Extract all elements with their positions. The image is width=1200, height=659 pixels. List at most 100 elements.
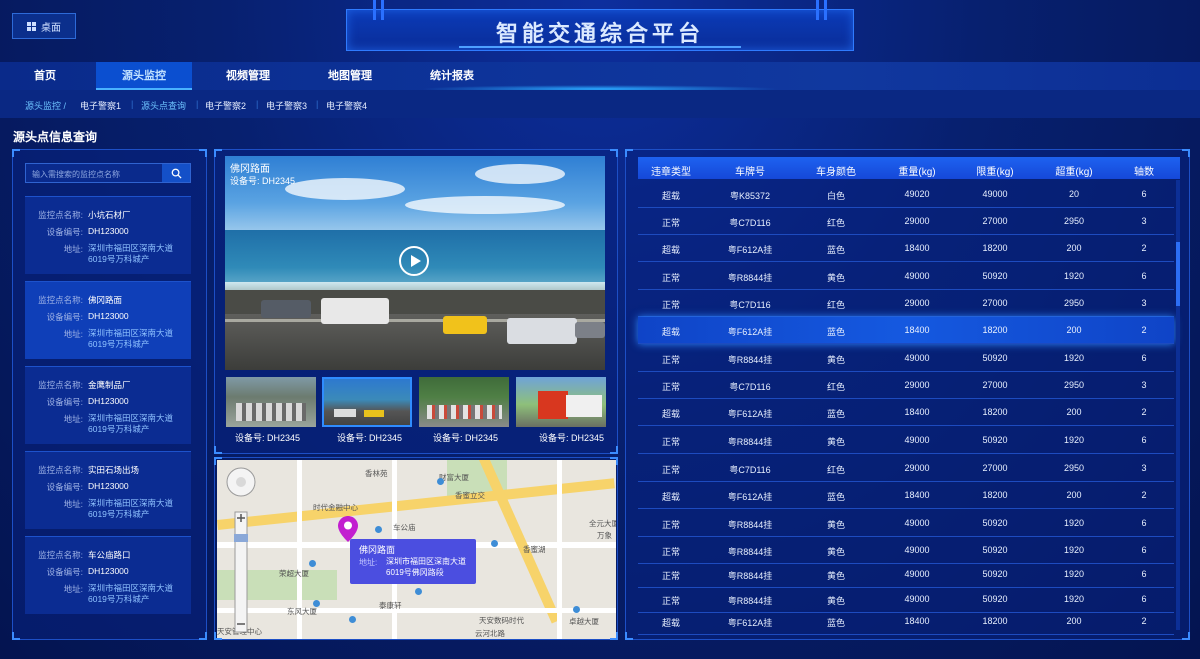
col-violation-type[interactable]: 违章类型: [651, 163, 691, 178]
cell-color: 黄色: [826, 596, 846, 606]
cell-limit: 50920: [982, 435, 1008, 445]
cell-plate: 粤F612A挂: [727, 492, 773, 502]
table-scrollbar[interactable]: [1176, 180, 1180, 630]
video-thumbnail-selected[interactable]: [322, 377, 412, 427]
cell-weight: 49000: [904, 594, 930, 604]
cell-weight: 18400: [904, 325, 930, 335]
cell-axles: 6: [1141, 569, 1147, 579]
card-addr: 深圳市福田区深南大道6019号万科城产: [88, 243, 174, 264]
cell-limit: 50920: [982, 594, 1008, 604]
tab-home[interactable]: 首页: [10, 62, 80, 90]
breadcrumb-item-active[interactable]: 源头点查询: [141, 99, 186, 112]
card-name-label: 监控点名称:: [38, 550, 83, 560]
cell-violation-type: 超载: [661, 191, 681, 201]
play-icon[interactable]: [399, 246, 429, 276]
thumb-caption: 设备号: DH2345: [432, 433, 499, 443]
cell-limit: 50920: [982, 545, 1008, 555]
video-thumbnail[interactable]: [419, 377, 509, 427]
monitor-card[interactable]: 监控点名称: 车公庙路口 设备编号: DH123000 地址: 深圳市福田区深南大道6…: [25, 536, 191, 614]
breadcrumb-item[interactable]: 电子警察1: [80, 99, 121, 112]
breadcrumb-item[interactable]: 电子警察3: [266, 99, 307, 112]
cell-limit: 27000: [982, 463, 1008, 473]
cell-weight: 18400: [904, 616, 930, 626]
cell-violation-type: 正常: [661, 596, 681, 606]
row-divider: [638, 261, 1174, 262]
row-divider: [638, 371, 1174, 372]
video-thumbnail[interactable]: [226, 377, 316, 427]
search-input[interactable]: 输入需搜索的监控点名称: [25, 163, 191, 183]
tooltip-label: 地址:: [359, 558, 378, 567]
breadcrumb-root[interactable]: 源头监控 /: [25, 99, 66, 112]
col-plate[interactable]: 车牌号: [735, 163, 765, 178]
cell-color: 蓝色: [826, 327, 846, 337]
cell-plate: 粤F612A挂: [727, 327, 773, 337]
col-weight[interactable]: 重量(kg): [898, 163, 935, 178]
cell-limit: 27000: [982, 216, 1008, 226]
cell-plate: 粤F612A挂: [727, 245, 773, 255]
card-name: 佛冈路面: [88, 295, 123, 305]
cell-axles: 3: [1141, 380, 1147, 390]
title-banner: 智能交通综合平台: [346, 0, 854, 51]
cell-axles: 3: [1141, 463, 1147, 473]
monitor-card[interactable]: 监控点名称: 金鹰制品厂 设备编号: DH123000 地址: 深圳市福田区深南大道6…: [25, 366, 191, 444]
col-axles[interactable]: 轴数: [1134, 163, 1154, 178]
card-device: DH123000: [88, 226, 129, 236]
card-addr-label: 地址:: [63, 414, 83, 424]
tab-video-management[interactable]: 视频管理: [200, 62, 296, 90]
cell-overweight: 1920: [1063, 518, 1085, 528]
tab-source-monitor[interactable]: 源头监控: [96, 62, 192, 90]
cell-overweight: 2950: [1063, 216, 1085, 226]
cell-overweight: 200: [1066, 243, 1082, 253]
col-overweight[interactable]: 超重(kg): [1055, 163, 1092, 178]
cell-plate: 粤R8844挂: [727, 571, 773, 581]
cell-violation-type: 超载: [661, 618, 681, 628]
card-device: DH123000: [88, 396, 129, 406]
breadcrumb-item[interactable]: 电子警察4: [326, 99, 367, 112]
breadcrumb-item[interactable]: 电子警察2: [205, 99, 246, 112]
cell-weight: 29000: [904, 380, 930, 390]
cell-overweight: 1920: [1063, 594, 1085, 604]
cell-violation-type: 正常: [661, 355, 681, 365]
search-button[interactable]: [162, 164, 190, 182]
cell-color: 白色: [826, 191, 846, 201]
cell-weight: 49000: [904, 435, 930, 445]
card-name-label: 监控点名称:: [38, 465, 83, 475]
row-divider: [638, 481, 1174, 482]
cell-limit: 18200: [982, 616, 1008, 626]
tab-map-management[interactable]: 地图管理: [302, 62, 398, 90]
monitor-card[interactable]: 监控点名称: 实田石场出场 设备编号: DH123000 地址: 深圳市福田区深南大道…: [25, 451, 191, 529]
card-addr-label: 地址:: [63, 244, 83, 254]
col-limit[interactable]: 限重(kg): [976, 163, 1013, 178]
cell-color: 黄色: [826, 355, 846, 365]
cell-violation-type: 正常: [661, 382, 681, 392]
scrollbar-thumb[interactable]: [1176, 242, 1180, 306]
cell-axles: 6: [1141, 353, 1147, 363]
card-addr: 深圳市福田区深南大道6019号万科城产: [88, 413, 174, 434]
cell-overweight: 1920: [1063, 569, 1085, 579]
cell-overweight: 200: [1066, 325, 1082, 335]
cell-plate: 粤R8844挂: [727, 437, 773, 447]
card-addr-label: 地址:: [63, 329, 83, 339]
cell-axles: 2: [1141, 616, 1147, 626]
cell-color: 黄色: [826, 571, 846, 581]
cell-plate: 粤R8844挂: [727, 273, 773, 283]
monitor-card-selected[interactable]: 监控点名称: 佛冈路面 设备编号: DH123000 地址: 深圳市福田区深南大道60…: [25, 281, 191, 359]
video-title: 佛冈路面: [230, 164, 270, 175]
video-player[interactable]: 佛冈路面 设备号: DH2345: [225, 156, 605, 370]
cell-violation-type: 正常: [661, 300, 681, 310]
row-divider: [638, 612, 1174, 613]
monitor-card[interactable]: 监控点名称: 小坑石材厂 设备编号: DH123000 地址: 深圳市福田区深南大道6…: [25, 196, 191, 274]
row-divider: [638, 398, 1174, 399]
cell-weight: 29000: [904, 463, 930, 473]
title-underline: [459, 46, 741, 48]
video-device: 设备号: DH2345: [230, 176, 296, 186]
cell-plate: 粤R8844挂: [727, 520, 773, 530]
cell-overweight: 1920: [1063, 435, 1085, 445]
cell-axles: 6: [1141, 271, 1147, 281]
video-thumbnail[interactable]: [516, 377, 606, 427]
card-addr-label: 地址:: [63, 584, 83, 594]
card-name-label: 监控点名称:: [38, 210, 83, 220]
col-color[interactable]: 车身颜色: [816, 163, 856, 178]
cell-limit: 18200: [982, 407, 1008, 417]
desktop-button[interactable]: 桌面: [12, 13, 76, 39]
